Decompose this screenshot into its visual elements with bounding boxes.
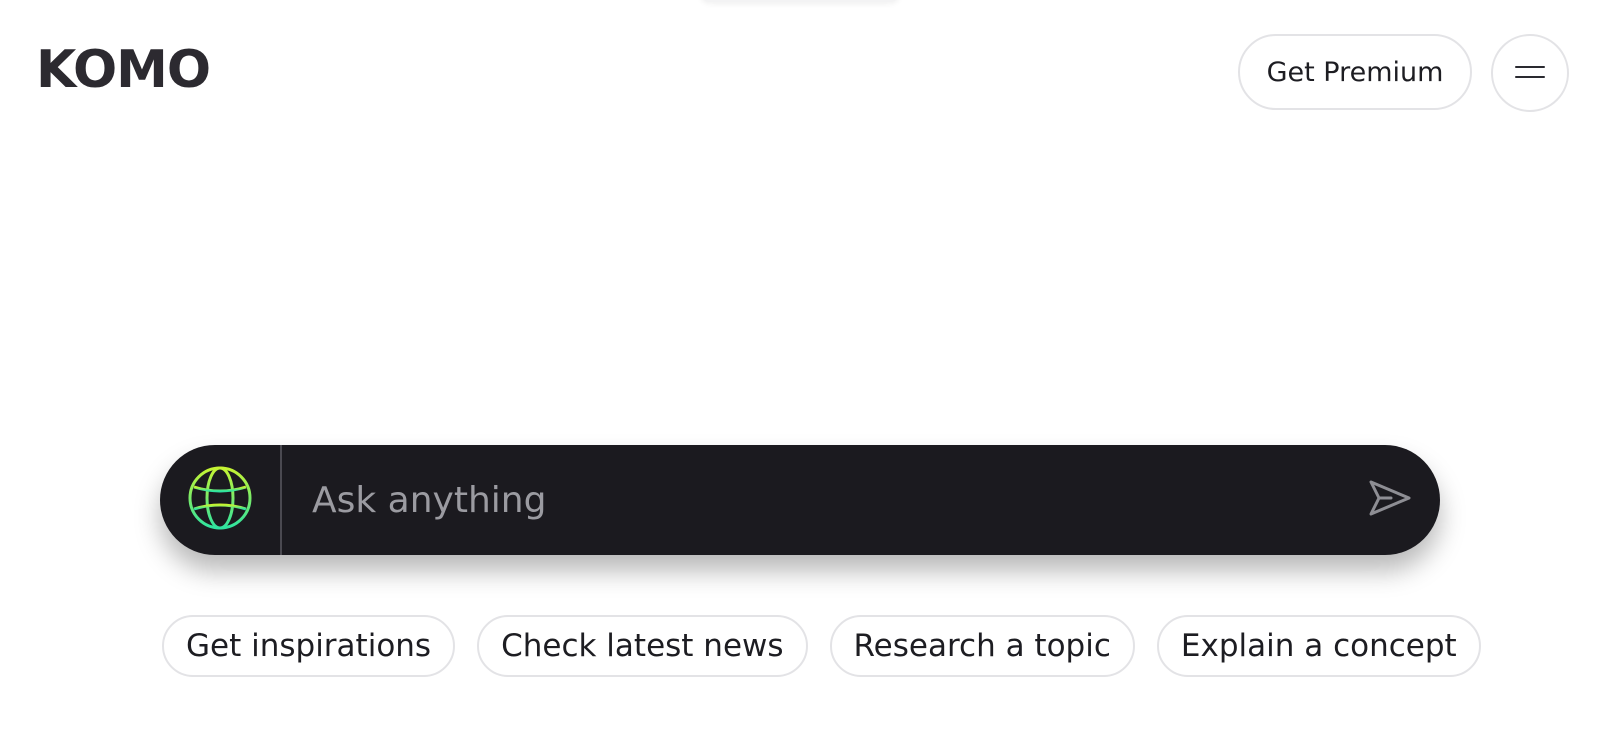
globe-button[interactable] [160,445,280,555]
send-icon [1368,479,1412,521]
search-input[interactable] [282,444,1340,556]
komo-home-page: KOMO Get Premium Ask anything Get inspir… [0,0,1600,752]
send-button[interactable] [1340,445,1440,555]
top-pull-tab [700,0,900,2]
logo[interactable]: KOMO [36,40,211,100]
get-premium-button[interactable]: Get Premium [1238,34,1472,110]
chip-research-a-topic[interactable]: Research a topic [829,615,1135,677]
chip-explain-a-concept[interactable]: Explain a concept [1156,615,1481,677]
menu-button[interactable] [1491,34,1569,112]
logo-text: KOMO [36,40,211,100]
chip-check-latest-news[interactable]: Check latest news [477,615,808,677]
globe-icon [187,465,253,535]
hamburger-menu-icon [1515,64,1545,83]
suggestion-chips: Get inspirations Check latest news Resea… [162,615,1481,677]
search-bar [160,444,1440,556]
chip-get-inspirations[interactable]: Get inspirations [162,615,456,677]
